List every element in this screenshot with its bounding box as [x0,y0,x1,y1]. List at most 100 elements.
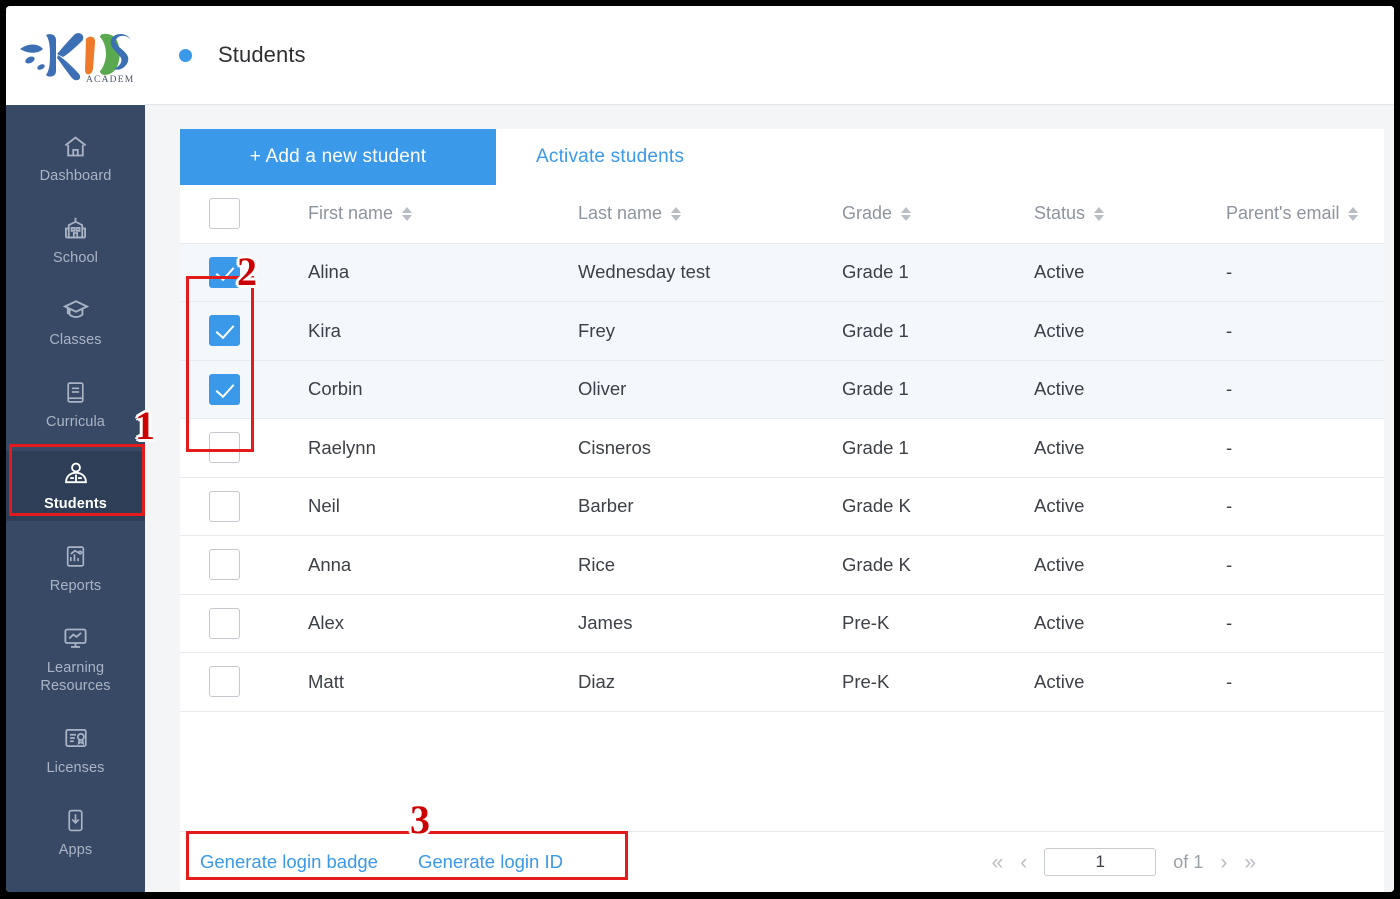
generate-login-badge-link[interactable]: Generate login badge [200,851,378,873]
row-checkbox[interactable] [209,373,240,405]
cell-parent-email: - [1226,535,1384,595]
sidebar-item-label: Students [44,496,107,512]
select-all-checkbox[interactable] [209,198,240,230]
school-building-icon [61,213,91,243]
sort-arrows-icon[interactable] [671,206,682,221]
add-new-student-button[interactable]: + Add a new student [180,129,496,185]
row-checkbox-cell[interactable] [180,652,308,712]
table-row[interactable]: Anna Rice Grade K Active - [180,535,1384,595]
sidebar-item-dashboard[interactable]: Dashboard [6,123,145,193]
cell-grade: Pre-K [842,594,1034,653]
sidebar-item-classes[interactable]: Classes [6,287,145,357]
column-header-grade[interactable]: Grade [842,185,1034,244]
sidebar-item-label: Reports [49,578,102,594]
sidebar-item-label: Curricula [46,414,105,430]
column-label: Status [1034,203,1086,224]
cell-parent-email: - [1226,301,1384,361]
table-row[interactable]: Kira Frey Grade 1 Active - [180,301,1384,361]
table-header-row: First name Last name Grade Status Parent… [180,185,1384,244]
students-table: First name Last name Grade Status Parent… [180,185,1384,712]
cell-first-name: Raelynn [308,418,578,478]
sidebar-item-licenses[interactable]: Licenses [6,715,145,785]
sidebar-nav: Dashboard School Classes Curricula Stude… [6,105,145,892]
table-row[interactable]: Alina Wednesday test Grade 1 Active - [180,243,1384,302]
cell-last-name: Cisneros [578,418,842,478]
row-checkbox-cell[interactable] [180,301,308,361]
row-checkbox[interactable] [209,432,240,464]
cell-grade: Grade K [842,535,1034,595]
row-checkbox[interactable] [209,549,240,581]
cell-last-name: Diaz [578,652,842,712]
table-row[interactable]: Corbin Oliver Grade 1 Active - [180,360,1384,419]
page-number-input[interactable] [1044,848,1157,876]
cell-first-name: Alina [308,243,578,302]
column-label: Parent's email [1226,203,1340,224]
table-body: Alina Wednesday test Grade 1 Active - Kira Fre… [180,243,1384,712]
sidebar-item-apps[interactable]: Apps [6,797,145,867]
cell-status: Active [1034,360,1226,419]
row-checkbox[interactable] [209,666,240,698]
book-icon [61,377,91,407]
table-row[interactable]: Matt Diaz Pre-K Active - [180,652,1384,712]
sort-arrows-icon[interactable] [901,206,912,221]
sort-arrows-icon[interactable] [402,206,413,221]
cell-status: Active [1034,652,1226,712]
row-checkbox-cell[interactable] [180,477,308,536]
top-bar: Students [145,6,1394,105]
cell-grade: Pre-K [842,652,1034,712]
bulk-action-links: Generate login badge Generate login ID [180,851,563,873]
sidebar-item-school[interactable]: School [6,205,145,275]
cell-parent-email: - [1226,418,1384,478]
cell-last-name: Rice [578,535,842,595]
table-row[interactable]: Alex James Pre-K Active - [180,594,1384,653]
row-checkbox-cell[interactable] [180,360,308,419]
sidebar-item-label: Apps [58,842,93,858]
students-table-wrapper: First name Last name Grade Status Parent… [180,185,1384,831]
content-region: + Add a new student Activate students Fi… [145,105,1394,892]
sidebar-item-learning-resources[interactable]: Learning Resources [6,615,145,703]
table-row[interactable]: Neil Barber Grade K Active - [180,477,1384,536]
cell-status: Active [1034,535,1226,595]
sort-arrows-icon[interactable] [1094,206,1105,221]
row-checkbox-cell[interactable] [180,418,308,478]
column-label: Grade [842,203,893,224]
page-title: Students [218,42,306,67]
activate-students-button[interactable]: Activate students [496,129,724,185]
graduation-cap-icon [61,295,91,325]
main-area: Students + Add a new student Activate st… [145,6,1394,892]
select-all-header [180,185,308,244]
table-row[interactable]: Raelynn Cisneros Grade 1 Active - [180,418,1384,478]
cell-first-name: Neil [308,477,578,536]
first-page-icon[interactable]: « [992,852,1004,873]
row-checkbox[interactable] [209,607,240,639]
sidebar-item-label: Classes [49,332,102,348]
certificate-icon [61,723,91,753]
brand-logo[interactable]: ACADEMY [6,6,145,105]
last-page-icon[interactable]: » [1244,852,1256,873]
column-header-status[interactable]: Status [1034,185,1226,244]
table-header: First name Last name Grade Status Parent… [180,185,1384,244]
generate-login-id-link[interactable]: Generate login ID [418,851,563,873]
cell-status: Active [1034,594,1226,653]
sidebar: ACADEMY Dashboard School [6,6,145,892]
row-checkbox-cell[interactable] [180,243,308,302]
column-header-first-name[interactable]: First name [308,185,578,244]
cell-status: Active [1034,418,1226,478]
sort-arrows-icon[interactable] [1348,206,1359,221]
sidebar-item-curricula[interactable]: Curricula [6,369,145,439]
row-checkbox[interactable] [209,490,240,522]
next-page-icon[interactable]: › [1220,852,1227,873]
column-header-parent-email[interactable]: Parent's email [1226,185,1384,244]
sidebar-item-students[interactable]: Students [6,451,145,521]
row-checkbox[interactable] [209,256,240,288]
cell-last-name: Wednesday test [578,243,842,302]
home-icon [61,131,91,161]
prev-page-icon[interactable]: ‹ [1020,852,1027,873]
column-header-last-name[interactable]: Last name [578,185,842,244]
row-checkbox-cell[interactable] [180,594,308,653]
sidebar-item-reports[interactable]: Reports [6,533,145,603]
row-checkbox[interactable] [209,315,240,347]
cell-last-name: Oliver [578,360,842,419]
sidebar-item-label: School [53,250,98,266]
row-checkbox-cell[interactable] [180,535,308,595]
